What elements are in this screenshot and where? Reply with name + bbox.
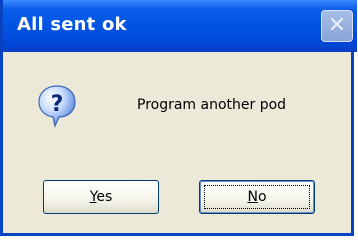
- yes-label-rest: es: [96, 189, 113, 205]
- no-button[interactable]: No: [199, 180, 315, 214]
- message-dialog: All sent ok ✕ ? Program another pod Yes …: [0, 0, 357, 236]
- title-bar[interactable]: All sent ok ✕: [3, 0, 357, 52]
- close-icon: ✕: [327, 13, 347, 38]
- focus-ring: [204, 185, 310, 209]
- svg-text:?: ?: [51, 92, 64, 117]
- question-icon: ?: [38, 85, 76, 128]
- yes-button[interactable]: Yes: [43, 180, 159, 214]
- dialog-title: All sent ok: [17, 14, 127, 35]
- dialog-message: Program another pod: [137, 97, 287, 113]
- close-button[interactable]: ✕: [321, 10, 353, 42]
